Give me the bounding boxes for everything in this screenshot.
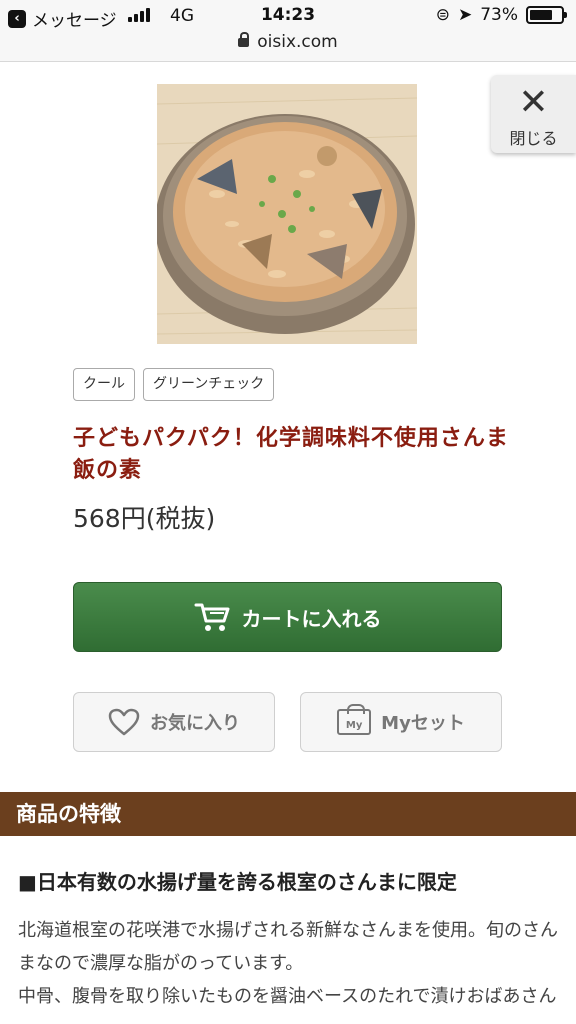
close-icon: ✕ xyxy=(518,82,549,123)
status-right: ⊜ ➤ 73% xyxy=(435,5,567,25)
back-chevron-icon: ‹ xyxy=(8,9,26,28)
heart-icon xyxy=(108,708,140,736)
myset-button[interactable]: My Myセット xyxy=(300,692,502,752)
close-button[interactable]: ✕ 閉じる xyxy=(491,75,576,153)
favorite-label: お気に入り xyxy=(150,713,240,734)
tag-green-check: グリーンチェック xyxy=(143,368,275,401)
rice-bowl-illustration xyxy=(157,84,417,344)
product-title: 子どもパクパク！化学調味料不使用さんま飯の素 xyxy=(73,426,509,483)
url-text: oisix.com xyxy=(257,32,338,52)
network-type: 4G xyxy=(170,6,194,26)
feature-heading: ■日本有数の水揚げ量を誇る根室のさんまに限定 xyxy=(18,870,457,894)
location-icon: ➤ xyxy=(457,5,473,25)
feature-body: 北海道根室の花咲港で水揚げされる新鮮なさんまを使用。旬のさんまなので濃厚な脂がの… xyxy=(18,920,558,1007)
myset-bag-icon: My xyxy=(337,704,372,735)
product-image xyxy=(157,84,417,344)
status-bar: ‹ メッセージ 4G 14:23 ⊜ ➤ 73% xyxy=(0,0,576,31)
section-header-features: 商品の特徴 xyxy=(0,792,576,836)
product-tags: クール グリーンチェック xyxy=(73,368,275,401)
battery-percent: 73% xyxy=(480,5,518,25)
cart-icon xyxy=(194,603,229,631)
product-price: 568円(税抜) xyxy=(73,504,216,533)
myset-label: Myセット xyxy=(381,713,465,734)
favorite-button[interactable]: お気に入り xyxy=(73,692,275,752)
url-bar[interactable]: oisix.com xyxy=(0,30,576,62)
battery-icon xyxy=(526,6,567,24)
lock-icon xyxy=(238,32,250,47)
close-label: 閉じる xyxy=(509,129,558,148)
battery-fill xyxy=(530,10,552,20)
back-app-label: メッセージ xyxy=(32,11,117,31)
signal-icon xyxy=(128,8,150,22)
rotation-lock-icon: ⊜ xyxy=(435,5,450,25)
add-to-cart-button[interactable]: カートに入れる xyxy=(73,582,502,652)
back-to-app[interactable]: ‹ メッセージ xyxy=(8,6,117,31)
add-to-cart-label: カートに入れる xyxy=(241,606,382,631)
tag-cool: クール xyxy=(73,368,135,401)
